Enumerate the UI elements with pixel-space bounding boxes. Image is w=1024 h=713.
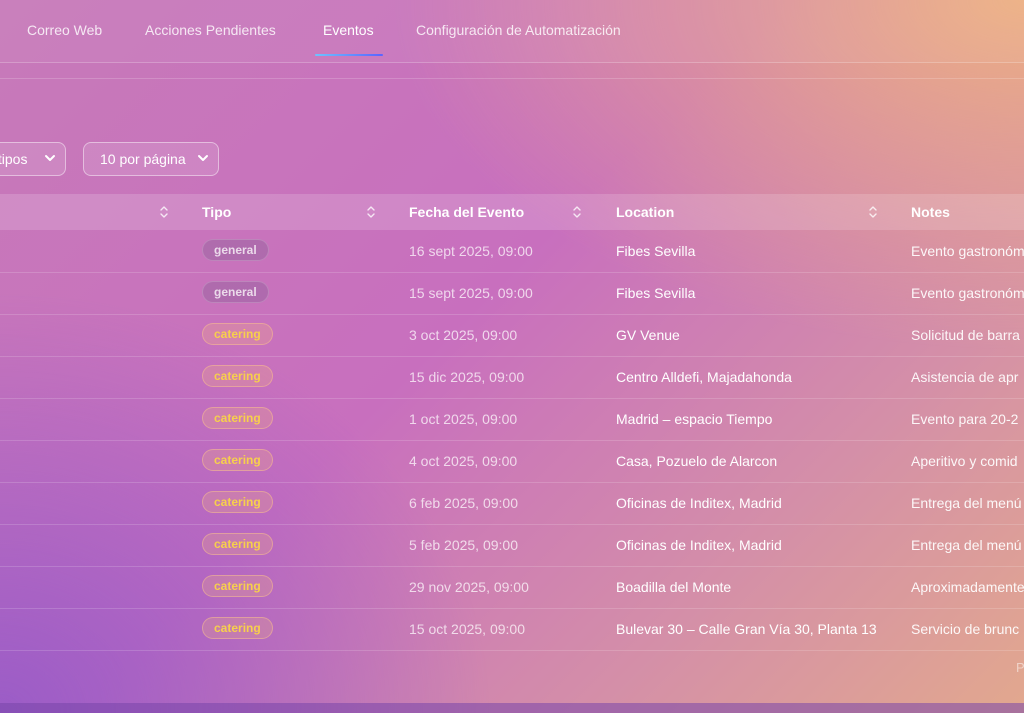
event-date: 16 sept 2025, 09:00 bbox=[409, 243, 533, 259]
event-date: 15 dic 2025, 09:00 bbox=[409, 369, 525, 385]
type-badge: catering bbox=[202, 491, 273, 513]
event-location: Fibes Sevilla bbox=[616, 243, 696, 259]
divider bbox=[0, 78, 1024, 79]
tab-eventos[interactable]: Eventos bbox=[323, 22, 374, 38]
type-badge: catering bbox=[202, 533, 273, 555]
event-date: 5 feb 2025, 09:00 bbox=[409, 537, 518, 553]
type-badge: general bbox=[202, 239, 269, 261]
event-notes: Evento para 20-2 bbox=[911, 411, 1019, 427]
event-location: Madrid – espacio Tiempo bbox=[616, 411, 773, 427]
table-row[interactable]: general 15 sept 2025, 09:00 Fibes Sevilla E… bbox=[0, 272, 1024, 315]
sort-arrows-icon[interactable] bbox=[159, 204, 169, 220]
event-location: Oficinas de Inditex, Madrid bbox=[616, 495, 782, 511]
type-badge: catering bbox=[202, 365, 273, 387]
per-page-select[interactable]: 10 por página bbox=[83, 142, 219, 176]
table-row[interactable]: catering 6 feb 2025, 09:00 Oficinas de Ind… bbox=[0, 482, 1024, 525]
event-location: Oficinas de Inditex, Madrid bbox=[616, 537, 782, 553]
type-badge: catering bbox=[202, 449, 273, 471]
event-location: Bulevar 30 – Calle Gran Vía 30, Planta 1… bbox=[616, 621, 877, 637]
event-date: 15 oct 2025, 09:00 bbox=[409, 621, 525, 637]
type-badge: catering bbox=[202, 323, 273, 345]
header-location[interactable]: Location bbox=[616, 204, 674, 220]
event-notes: Aproximadamente bbox=[911, 579, 1024, 595]
type-badge: catering bbox=[202, 617, 273, 639]
event-location: Centro Alldefi, Majadahonda bbox=[616, 369, 792, 385]
event-notes: Asistencia de apr bbox=[911, 369, 1019, 385]
event-location: Casa, Pozuelo de Alarcon bbox=[616, 453, 778, 469]
event-notes: Entrega del menú bbox=[911, 495, 1022, 511]
sort-arrows-icon[interactable] bbox=[868, 204, 878, 220]
table-row[interactable]: catering 5 feb 2025, 09:00 Oficinas de Ind… bbox=[0, 524, 1024, 567]
event-date: 3 oct 2025, 09:00 bbox=[409, 327, 518, 343]
event-date: 29 nov 2025, 09:00 bbox=[409, 579, 529, 595]
event-date: 4 oct 2025, 09:00 bbox=[409, 453, 518, 469]
table-row[interactable]: catering 15 oct 2025, 09:00 Bulevar 30 – C… bbox=[0, 608, 1024, 651]
event-notes: Aperitivo y comid bbox=[911, 453, 1018, 469]
sort-arrows-icon[interactable] bbox=[366, 204, 376, 220]
header-tipo[interactable]: Tipo bbox=[202, 204, 231, 220]
event-location: Boadilla del Monte bbox=[616, 579, 732, 595]
event-date: 1 oct 2025, 09:00 bbox=[409, 411, 518, 427]
event-notes: Servicio de brunc bbox=[911, 621, 1020, 637]
type-filter-value: s tipos bbox=[0, 151, 28, 167]
event-date: 6 feb 2025, 09:00 bbox=[409, 495, 518, 511]
tab-acciones-pendientes[interactable]: Acciones Pendientes bbox=[145, 22, 276, 38]
top-navigation: Correo Web Acciones Pendientes Eventos C… bbox=[0, 0, 1024, 63]
event-date: 15 sept 2025, 09:00 bbox=[409, 285, 533, 301]
table-row[interactable]: catering 29 nov 2025, 09:00 Boadilla del M… bbox=[0, 566, 1024, 609]
header-notes[interactable]: Notes bbox=[911, 204, 950, 220]
bottom-edge bbox=[0, 703, 1024, 713]
type-badge: general bbox=[202, 281, 269, 303]
table-header: Tipo Fecha del Evento Location Notes bbox=[0, 194, 1024, 230]
table-row[interactable]: catering 4 oct 2025, 09:00 Casa, Pozuelo d… bbox=[0, 440, 1024, 483]
table-row[interactable]: general 16 sept 2025, 09:00 Fibes Sevilla E… bbox=[0, 230, 1024, 273]
event-location: Fibes Sevilla bbox=[616, 285, 696, 301]
sort-arrows-icon[interactable] bbox=[572, 204, 582, 220]
type-badge: catering bbox=[202, 575, 273, 597]
active-tab-indicator bbox=[315, 54, 383, 56]
tab-correo-web[interactable]: Correo Web bbox=[27, 22, 102, 38]
per-page-value: 10 por página bbox=[100, 151, 186, 167]
chevron-down-icon bbox=[198, 155, 208, 161]
pagination-text: P bbox=[1016, 660, 1024, 675]
table-row[interactable]: catering 3 oct 2025, 09:00 GV Venue Solicit… bbox=[0, 314, 1024, 357]
type-filter-select[interactable]: s tipos bbox=[0, 142, 66, 176]
table-row[interactable]: catering 15 dic 2025, 09:00 Centro Alldefi… bbox=[0, 356, 1024, 399]
event-notes: Entrega del menú bbox=[911, 537, 1022, 553]
type-badge: catering bbox=[202, 407, 273, 429]
event-notes: Solicitud de barra bbox=[911, 327, 1020, 343]
event-location: GV Venue bbox=[616, 327, 680, 343]
event-notes: Evento gastronóm bbox=[911, 285, 1024, 301]
table-row[interactable]: catering 1 oct 2025, 09:00 Madrid – espaci… bbox=[0, 398, 1024, 441]
tab-configuracion-automatizacion[interactable]: Configuración de Automatización bbox=[416, 22, 621, 38]
event-notes: Evento gastronóm bbox=[911, 243, 1024, 259]
chevron-down-icon bbox=[45, 155, 55, 161]
header-fecha[interactable]: Fecha del Evento bbox=[409, 204, 524, 220]
